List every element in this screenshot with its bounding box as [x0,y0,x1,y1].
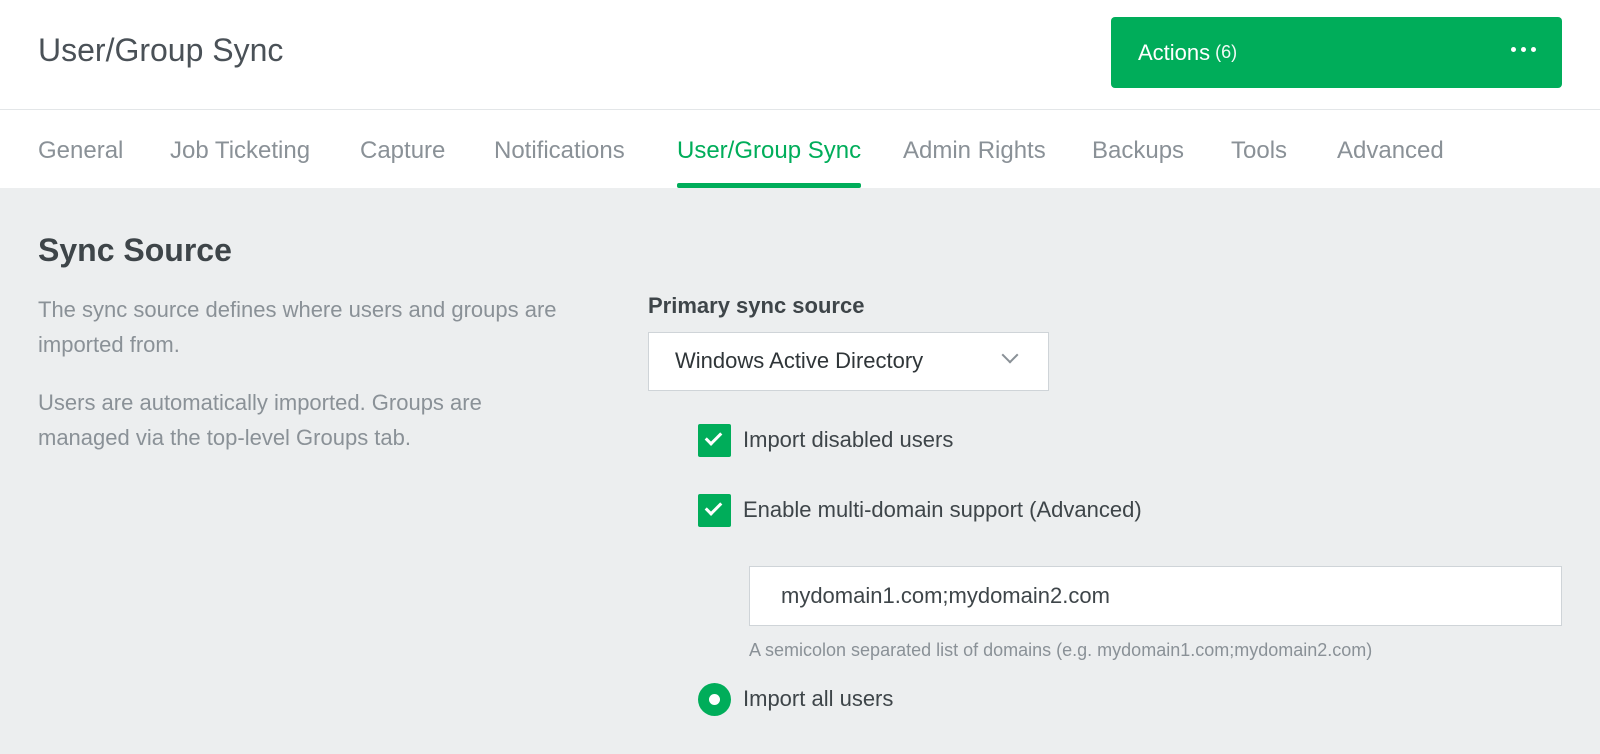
check-icon [704,427,723,446]
import-all-users-label: Import all users [743,686,894,711]
tab-backups[interactable]: Backups [1092,110,1184,188]
tab-tools[interactable]: Tools [1231,110,1287,188]
tab-general[interactable]: General [38,110,123,188]
import-disabled-users-checkbox[interactable] [698,423,731,457]
tab-capture[interactable]: Capture [360,110,445,188]
settings-content: Sync Source The sync source defines wher… [0,188,1600,754]
tab-notifications[interactable]: Notifications [494,110,625,188]
multi-domain-label: Enable multi-domain support (Advanced) [743,497,1142,522]
tab-advanced[interactable]: Advanced [1337,110,1444,188]
actions-label: Actions [1138,39,1211,65]
section-description-groups: Users are automatically imported. Groups… [38,390,482,450]
settings-tabs: General Job Ticketing Capture Notificati… [0,110,1600,188]
import-disabled-users-label: Import disabled users [743,427,954,452]
tab-admin-rights[interactable]: Admin Rights [903,110,1046,188]
chevron-down-icon [1001,346,1019,364]
page-title: User/Group Sync [38,32,284,68]
import-all-users-radio[interactable] [698,682,731,716]
import-all-users-option[interactable]: Import all users [698,682,893,716]
more-horizontal-icon[interactable] [1511,47,1536,52]
page-header: User/Group Sync Actions (6) [0,0,1600,110]
multi-domain-option[interactable]: Enable multi-domain support (Advanced) [698,493,1142,527]
import-disabled-users-option[interactable]: Import disabled users [698,423,953,457]
actions-count: (6) [1215,42,1238,62]
multi-domain-checkbox[interactable] [698,493,731,527]
tab-user-group-sync[interactable]: User/Group Sync [677,110,862,188]
domains-hint: A semicolon separated list of domains (e… [749,640,1373,660]
primary-sync-source-value: Windows Active Directory [675,348,924,373]
check-icon [704,497,723,516]
section-description: The sync source defines where users and … [38,297,557,357]
section-title: Sync Source [38,232,232,268]
tab-job-ticketing[interactable]: Job Ticketing [170,110,310,188]
primary-sync-source-select[interactable]: Windows Active Directory [648,332,1049,391]
radio-selected-icon [709,693,720,705]
actions-button[interactable]: Actions (6) [1111,17,1562,88]
domains-input[interactable] [749,566,1562,626]
primary-sync-source-label: Primary sync source [648,293,865,318]
